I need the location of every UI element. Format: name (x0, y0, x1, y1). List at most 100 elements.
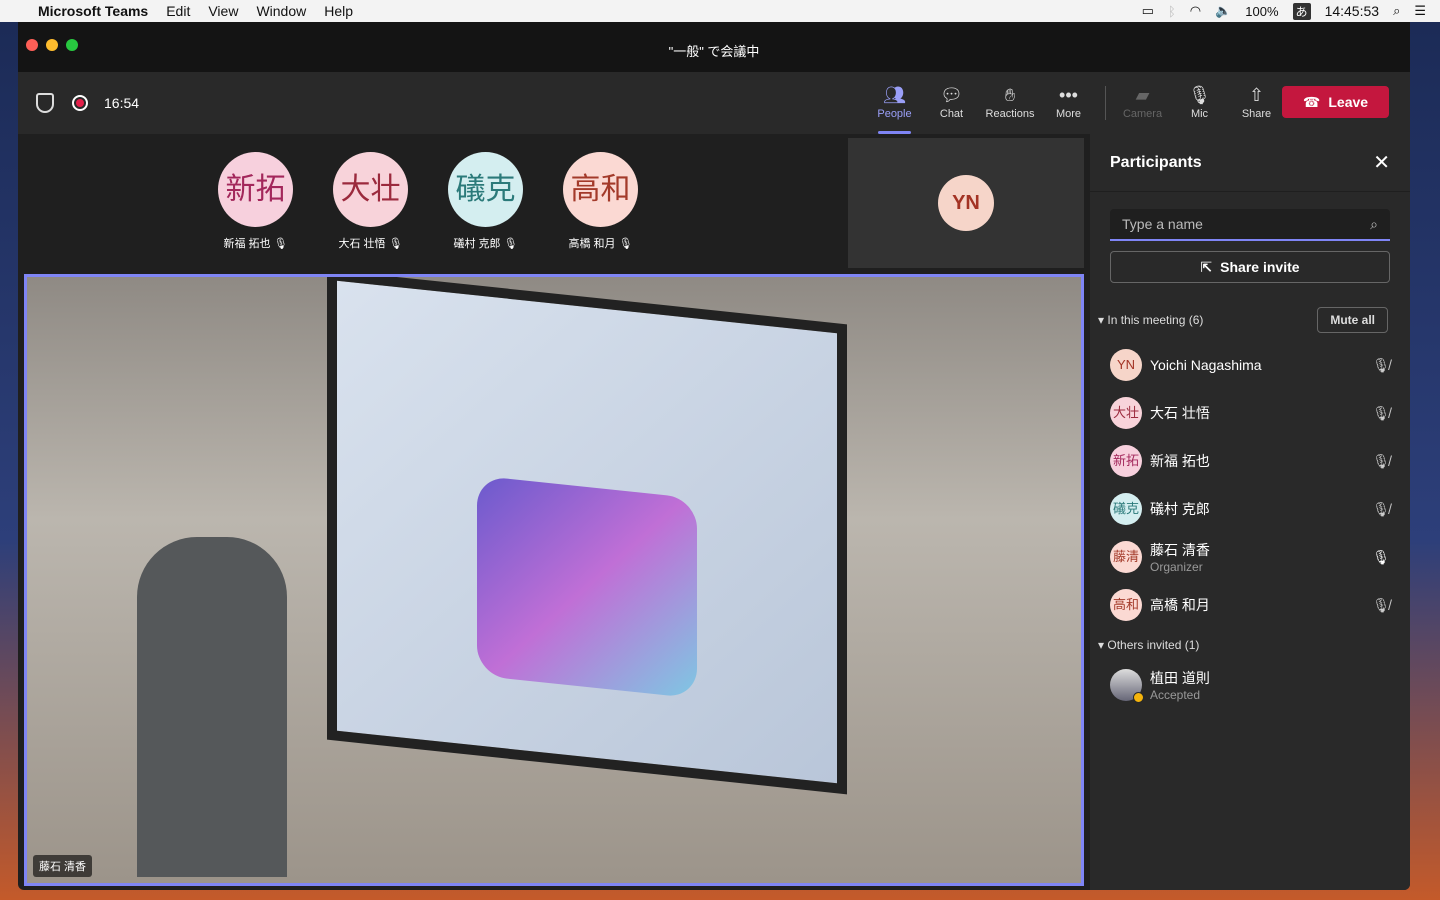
airplay-icon[interactable]: ▭ (1142, 3, 1154, 19)
more-button[interactable]: ••• More (1040, 72, 1097, 134)
input-method-icon[interactable]: あ (1292, 2, 1311, 20)
participant-row[interactable]: 新拓 新福 拓也 🎙︎̸ (1090, 437, 1410, 485)
menu-bar: Microsoft Teams Edit View Window Help ▭ … (0, 0, 1440, 22)
avatar: 高和 (563, 152, 638, 227)
minimize-button[interactable] (46, 39, 58, 51)
share-invite-button[interactable]: ⇱ Share invite (1110, 251, 1390, 283)
avatar: 新拓 (1110, 445, 1142, 477)
avatar: 大壮 (1110, 397, 1142, 429)
mute-all-button[interactable]: Mute all (1317, 307, 1388, 333)
participant-tile[interactable]: 新拓新福 拓也 🎙︎ (218, 152, 293, 251)
avatar: 礒克 (448, 152, 523, 227)
video-name-label: 藤石 清香 (33, 855, 93, 877)
avatar: 新拓 (218, 152, 293, 227)
participant-name: 大石 壮悟 (338, 238, 386, 250)
chat-icon: 💬︎ (940, 85, 963, 105)
mic-off-icon: 🎙︎ (1188, 85, 1211, 105)
participant-name: 植田 道則 (1150, 670, 1210, 686)
avatar: YN (1110, 349, 1142, 381)
participant-name: 大石 壮悟 (1150, 405, 1210, 421)
participant-tile[interactable]: 礒克礒村 克郎 🎙︎ (448, 152, 523, 251)
bluetooth-icon[interactable]: ᛒ (1168, 4, 1176, 19)
participant-name: 新福 拓也 (223, 238, 271, 250)
invited-row[interactable]: 植田 道則 Accepted (1090, 657, 1410, 713)
volume-icon[interactable]: 🔈 (1215, 3, 1231, 19)
share-icon: ⇱ (1200, 258, 1213, 275)
toolbar-divider (1105, 86, 1106, 120)
participant-tile[interactable]: 大壮 大石 壮悟 🎙︎ (333, 152, 408, 251)
title-bar: "一般" で会議中 (18, 22, 1410, 72)
meeting-stage: 新拓新福 拓也 🎙︎ 大壮大石 壮悟 🎙︎ 礒克礒村 克郎 🎙︎ 高和高橋 和月… (18, 134, 1090, 890)
menu-view[interactable]: View (208, 3, 238, 19)
self-video-tile[interactable]: YN (848, 138, 1084, 268)
chat-button[interactable]: 💬︎ Chat (923, 72, 980, 134)
participant-name: 礒村 克郎 (453, 238, 501, 250)
in-meeting-section[interactable]: ▾ In this meeting (6) Mute all (1090, 307, 1410, 333)
share-icon: ⇧ (1248, 85, 1265, 105)
participant-name: 新福 拓也 (1150, 453, 1210, 469)
share-button[interactable]: ⇧ Share (1228, 72, 1285, 134)
projector-screen (327, 277, 847, 795)
people-icon: 👥︎ (883, 85, 906, 105)
search-icon[interactable]: ⌕ (1370, 216, 1378, 233)
search-input[interactable]: Type a name ⌕ (1110, 209, 1390, 241)
camera-button[interactable]: ▰ Camera (1114, 72, 1171, 134)
mic-off-icon[interactable]: 🎙︎̸ (1372, 405, 1390, 422)
participant-row[interactable]: 大壮 大石 壮悟 🎙︎̸ (1090, 389, 1410, 437)
close-icon[interactable]: ✕ (1373, 150, 1390, 175)
reactions-icon: ✋︎ (1004, 85, 1016, 105)
mic-off-icon[interactable]: 🎙︎̸ (1372, 501, 1390, 518)
participant-row[interactable]: 藤清 藤石 清香 Organizer 🎙︎ (1090, 533, 1410, 581)
menu-edit[interactable]: Edit (166, 3, 190, 19)
menu-help[interactable]: Help (324, 3, 353, 19)
zoom-button[interactable] (66, 39, 78, 51)
self-avatar: YN (938, 175, 994, 231)
meeting-timer: 16:54 (104, 95, 140, 111)
participant-role: Organizer (1150, 560, 1203, 574)
clock[interactable]: 14:45:53 (1325, 3, 1380, 19)
mic-icon[interactable]: 🎙︎ (1372, 549, 1390, 566)
avatar: 高和 (1110, 589, 1142, 621)
clock-badge-icon (1133, 692, 1144, 703)
mic-off-icon: 🎙︎ (273, 238, 288, 250)
shield-icon[interactable] (36, 93, 54, 113)
others-invited-section[interactable]: ▾ Others invited (1) (1090, 633, 1410, 657)
battery-percent[interactable]: 100% (1245, 4, 1278, 19)
menu-app[interactable]: Microsoft Teams (38, 3, 148, 19)
main-video-tile[interactable]: 藤石 清香 (24, 274, 1084, 886)
participant-name: 高橋 和月 (568, 238, 616, 250)
close-window-button[interactable] (26, 39, 38, 51)
mic-button[interactable]: 🎙︎ Mic (1171, 72, 1228, 134)
mic-off-icon[interactable]: 🎙︎̸ (1372, 453, 1390, 470)
participant-tile[interactable]: 高和 高橋 和月 🎙︎ (563, 152, 638, 251)
leave-button[interactable]: ☎︎ Leave (1282, 86, 1389, 118)
participant-row[interactable]: 高和 高橋 和月 🎙︎̸ (1090, 581, 1410, 629)
avatar: 大壮 (333, 152, 408, 227)
meeting-toolbar: 16:54 👥︎ People 💬︎ Chat ✋︎ Reactions ••• Mor… (18, 72, 1410, 134)
speaker-figure (137, 537, 287, 877)
more-icon: ••• (1059, 85, 1078, 105)
participant-row[interactable]: YN Yoichi Nagashima 🎙︎̸ (1090, 341, 1410, 389)
participant-name: 高橋 和月 (1150, 597, 1210, 613)
avatar: 藤清 (1110, 541, 1142, 573)
participant-name: Yoichi Nagashima (1150, 357, 1262, 373)
spotlight-icon[interactable]: ⌕ (1393, 3, 1400, 19)
wifi-icon[interactable]: ◠ (1190, 3, 1201, 19)
camera-off-icon: ▰ (1135, 85, 1150, 105)
reactions-button[interactable]: ✋︎ Reactions (980, 72, 1040, 134)
avatar-photo (1110, 669, 1144, 703)
participant-name: 礒村 克郎 (1150, 501, 1210, 517)
participant-row[interactable]: 礒克 礒村 克郎 🎙︎̸ (1090, 485, 1410, 533)
participants-panel: Participants ✕ Type a name ⌕ ⇱ Share invite… (1090, 134, 1410, 890)
teams-window: "一般" で会議中 16:54 👥︎ People 💬︎ Chat ✋︎ Reacti… (18, 22, 1410, 890)
mic-off-icon[interactable]: 🎙︎̸ (1372, 597, 1390, 614)
mic-off-icon: 🎙︎ (503, 238, 518, 250)
control-center-icon[interactable]: ☰ (1414, 3, 1426, 19)
presentation-slide (477, 475, 697, 699)
menu-window[interactable]: Window (256, 3, 306, 19)
avatar: 礒克 (1110, 493, 1142, 525)
mic-off-icon[interactable]: 🎙︎̸ (1372, 357, 1390, 374)
participant-status: Accepted (1150, 688, 1201, 702)
recording-icon (72, 95, 88, 111)
people-button[interactable]: 👥︎ People (866, 72, 923, 134)
